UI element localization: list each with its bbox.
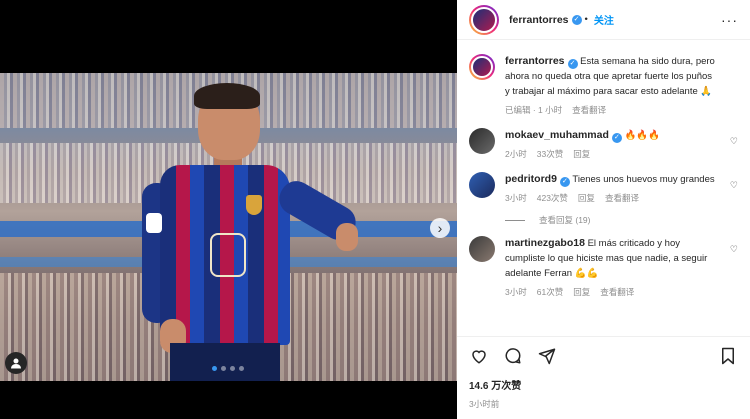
caption-edited-time: 已编辑 · 1 小时 (505, 105, 563, 115)
comment-username[interactable]: mokaev_muhammad (505, 129, 609, 141)
save-button[interactable] (718, 346, 738, 366)
heart-icon[interactable]: ♡ (730, 244, 738, 255)
caption: ferrantorres ✓ Esta semana ha sido dura, … (469, 54, 738, 118)
verified-badge-icon: ✓ (567, 59, 578, 69)
follow-button[interactable]: 关注 (594, 12, 614, 27)
view-replies-label: 查看回复 (19) (539, 215, 591, 225)
comment-time: 3小时 (505, 193, 527, 203)
carousel-indicator (212, 366, 244, 371)
comment-likes[interactable]: 423次赞 (537, 191, 568, 206)
see-translation-link[interactable]: 查看翻译 (600, 285, 634, 300)
comment-likes[interactable]: 33次赞 (537, 147, 563, 162)
post-details-panel: ferrantorres ✓ • 关注 ··· ferrantorres ✓ Es… (457, 0, 750, 419)
comment-icon (505, 348, 521, 364)
comment-username[interactable]: pedritord9 (505, 173, 557, 185)
commenter-avatar[interactable] (469, 128, 495, 154)
post-photo[interactable] (0, 73, 457, 381)
send-icon (538, 348, 556, 365)
heart-icon[interactable]: ♡ (730, 136, 738, 147)
owl-logo (210, 233, 246, 277)
like-button[interactable] (469, 346, 489, 366)
carousel-dot (230, 366, 235, 371)
next-media-button[interactable]: › (430, 218, 450, 238)
player-figure (140, 73, 380, 381)
comment-username[interactable]: martinezgabo18 (505, 237, 585, 249)
comment-item: mokaev_muhammad ✓ 🔥🔥🔥 2小时 33次赞 回复 ♡ (469, 128, 738, 162)
post-actions-section: 14.6 万次赞 3小时前 (457, 336, 750, 419)
chevron-right-icon: › (437, 220, 443, 236)
comment-likes[interactable]: 61次赞 (537, 285, 563, 300)
media-pane: › (0, 0, 457, 419)
comment-text: 🔥🔥🔥 (624, 130, 661, 141)
likes-count[interactable]: 14.6 万次赞 (469, 377, 738, 392)
post-header: ferrantorres ✓ • 关注 ··· (457, 0, 750, 40)
laliga-badge (146, 213, 162, 233)
player-shorts (170, 343, 280, 381)
reply-button[interactable]: 回复 (578, 191, 595, 206)
action-bar (469, 337, 738, 375)
club-crest (246, 195, 262, 215)
reply-button[interactable]: 回复 (573, 285, 590, 300)
verified-badge-icon: ✓ (559, 177, 570, 187)
tagged-users-button[interactable] (5, 352, 27, 374)
share-button[interactable] (537, 346, 557, 366)
comment-time: 2小时 (505, 149, 527, 159)
author-avatar[interactable] (469, 4, 499, 35)
comment-item: martinezgabo18 El más criticado y hoy cu… (469, 236, 738, 300)
post-time: 3小时前 (469, 399, 500, 409)
more-options-icon[interactable]: ··· (721, 12, 738, 28)
commenter-avatar[interactable] (469, 236, 495, 262)
comment-button[interactable] (503, 346, 523, 366)
bookmark-icon (722, 347, 734, 365)
carousel-dot (212, 366, 217, 371)
reply-button[interactable]: 回复 (573, 147, 590, 162)
author-avatar[interactable] (469, 54, 495, 80)
verified-badge-icon: ✓ (611, 133, 622, 143)
comment-time: 3小时 (505, 287, 527, 297)
verified-badge-icon: ✓ (571, 14, 582, 25)
view-replies-button[interactable]: 查看回复 (19) (505, 214, 738, 226)
see-translation-link[interactable]: 查看翻译 (572, 103, 606, 118)
comment-item: pedritord9 ✓ Tienes unos huevos muy grand… (469, 172, 738, 206)
comments-list[interactable]: ferrantorres ✓ Esta semana ha sido dura, … (457, 44, 750, 336)
comment-text: Tienes unos huevos muy grandes (572, 174, 715, 185)
carousel-dot (239, 366, 244, 371)
user-icon (11, 358, 21, 369)
heart-icon (472, 350, 486, 364)
carousel-dot (221, 366, 226, 371)
see-translation-link[interactable]: 查看翻译 (605, 191, 639, 206)
commenter-avatar[interactable] (469, 172, 495, 198)
author-username[interactable]: ferrantorres (509, 14, 569, 26)
heart-icon[interactable]: ♡ (730, 180, 738, 191)
caption-username[interactable]: ferrantorres (505, 55, 565, 67)
